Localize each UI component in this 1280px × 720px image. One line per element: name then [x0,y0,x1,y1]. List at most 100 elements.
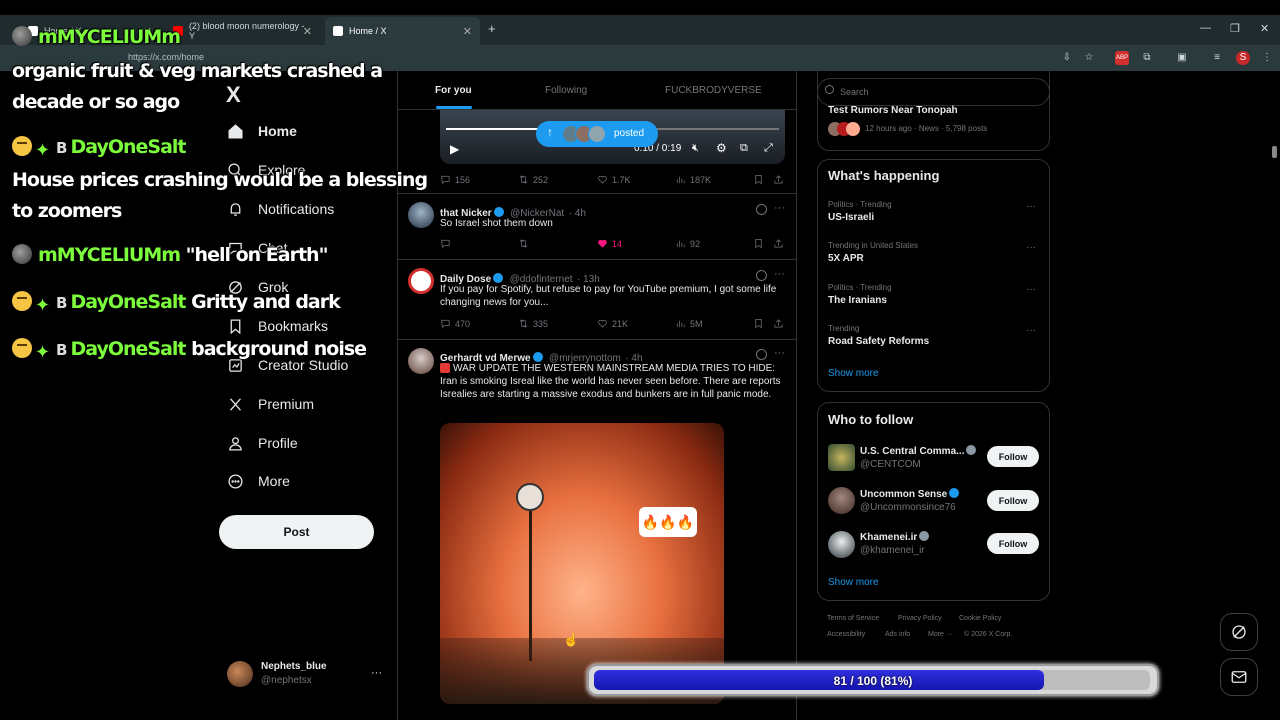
tweet-avatar[interactable] [408,348,434,374]
settings-gear-icon[interactable]: ⚙ [716,141,727,155]
views-button[interactable]: 92 [675,238,700,249]
trend-more-icon[interactable]: ··· [1026,284,1036,295]
grok-icon[interactable] [756,349,767,360]
divider [397,259,797,260]
browser-menu-icon[interactable]: ⋮ [1260,51,1274,65]
grok-icon[interactable] [756,204,767,215]
trend-item[interactable]: The Iranians [828,295,887,306]
account-menu-button[interactable]: ··· [371,667,382,679]
trend-more-icon[interactable]: ··· [1026,325,1036,336]
account-name[interactable]: Nephets_blue [261,661,327,672]
sidebar-item-profile[interactable]: Profile [226,430,298,456]
browser-tab-2[interactable]: (2) blood moon numerology - Y ✕ [165,17,320,45]
follow-button[interactable]: Follow [987,446,1039,467]
minimize-icon[interactable]: — [1200,22,1211,34]
tab-following[interactable]: Following [545,85,587,96]
trend-item[interactable]: Road Safety Reforms [828,336,929,347]
messages-float-button[interactable] [1220,658,1258,696]
verified-badge-icon [493,273,504,283]
media-control-icon[interactable]: ≡ [1210,51,1224,65]
sidebar-item-notifications[interactable]: Notifications [226,196,334,222]
chat-username: mMYCELIUMm [38,244,181,266]
share-button[interactable] [773,174,788,185]
reply-button[interactable]: 470 [440,318,470,329]
views-button[interactable]: 5M [675,318,703,329]
like-button[interactable]: 1.7K [597,174,631,185]
profile-avatar-icon[interactable]: S [1236,51,1250,65]
bookmark-button[interactable] [753,318,768,329]
x-logo[interactable]: X [226,82,241,108]
page-scrollbar[interactable] [1272,146,1277,158]
account-name[interactable]: U.S. Central Comma... [860,445,978,457]
views-button[interactable]: 187K [675,174,711,185]
fullscreen-icon[interactable]: ⤢ [764,142,773,155]
close-tab-icon[interactable]: ✕ [463,25,472,38]
adblock-extension-icon[interactable]: ABP [1115,51,1129,65]
footer-ads-link[interactable]: Ads info [885,631,910,638]
grok-float-button[interactable] [1220,613,1258,651]
grok-icon[interactable] [756,270,767,281]
reply-button[interactable]: 156 [440,174,470,185]
tweet-avatar[interactable] [408,268,434,294]
install-app-icon[interactable]: ⇩ [1060,51,1074,65]
sidebar-item-premium[interactable]: Premium [226,391,314,417]
account-avatar[interactable] [828,531,855,558]
footer-terms-link[interactable]: Terms of Service [827,615,879,622]
tweet-avatar[interactable] [408,202,434,228]
chat-message: ✦ B DayOneSalt [12,136,187,160]
home-icon [226,122,244,140]
repost-button[interactable]: 335 [518,318,548,329]
tab-custom-list[interactable]: FUCKBRODYVERSE [665,85,762,96]
share-button[interactable] [773,318,788,329]
tab-for-you[interactable]: For you [435,85,472,96]
chat-message-text: House prices crashing would be a blessin… [12,169,428,191]
show-more-link[interactable]: Show more [828,577,879,588]
repost-button[interactable]: 252 [518,174,548,185]
footer-cookie-link[interactable]: Cookie Policy [959,615,1001,622]
account-name[interactable]: Uncommon Sense [860,488,961,500]
repost-button[interactable] [518,238,533,249]
tweet-more-icon[interactable]: ··· [774,202,785,214]
bookmark-star-icon[interactable]: ☆ [1082,51,1096,65]
trend-more-icon[interactable]: ··· [1026,242,1036,253]
trend-item[interactable]: US-Israeli [828,212,874,223]
mouse-cursor-icon: ☝ [563,632,580,647]
share-button[interactable] [773,238,788,249]
tweet-media-video[interactable]: 🔥🔥🔥 [440,423,724,704]
mute-icon[interactable]: 🔇︎ [692,142,699,155]
like-button[interactable]: 21K [597,318,628,329]
who-to-follow-title: Who to follow [828,412,914,427]
footer-privacy-link[interactable]: Privacy Policy [898,615,942,622]
show-more-link[interactable]: Show more [828,368,879,379]
play-icon[interactable]: ▶ [450,142,459,156]
tweet-more-icon[interactable]: ··· [774,347,785,359]
close-window-icon[interactable]: ✕ [1260,22,1269,35]
browser-tab-3[interactable]: Home / X ✕ [325,17,480,45]
new-posts-pill[interactable]: ↑ posted [536,121,658,147]
account-avatar[interactable] [227,661,253,687]
account-avatar[interactable] [828,487,855,514]
extensions-icon[interactable]: ⧉ [1140,51,1154,65]
account-avatar[interactable] [828,444,855,471]
post-button[interactable]: Post [219,515,374,549]
sidebar-item-more[interactable]: More [226,468,290,494]
sidebar-item-bookmarks[interactable]: Bookmarks [226,313,328,339]
pip-icon[interactable]: ⧉ [740,142,748,155]
like-button[interactable]: 14 [597,238,622,249]
new-tab-button[interactable]: + [488,21,496,36]
account-name[interactable]: Khamenei.ir [860,531,931,543]
maximize-icon[interactable]: ❐ [1230,22,1240,35]
follow-button[interactable]: Follow [987,490,1039,511]
trend-item[interactable]: 5X APR [828,253,864,264]
sidebar-item-home[interactable]: Home [226,118,297,144]
bookmark-button[interactable] [753,174,768,185]
footer-more-link[interactable]: More ··· [928,631,953,638]
trend-more-icon[interactable]: ··· [1026,201,1036,212]
sidebar-toggle-icon[interactable]: ▣ [1175,51,1189,65]
close-tab-icon[interactable]: ✕ [303,25,312,38]
tweet-more-icon[interactable]: ··· [774,268,785,280]
footer-accessibility-link[interactable]: Accessibility [827,631,865,638]
reply-button[interactable] [440,238,455,249]
bookmark-button[interactable] [753,238,768,249]
follow-button[interactable]: Follow [987,533,1039,554]
